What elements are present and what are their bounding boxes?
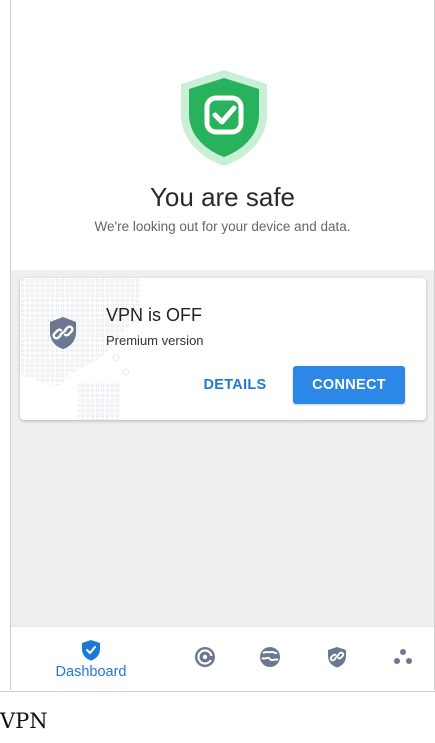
- nav-item-label: Dashboard: [55, 664, 127, 680]
- nav-item-speed[interactable]: [194, 627, 218, 690]
- vpn-card: VPN is OFF Premium version DETAILS CONNE…: [20, 278, 426, 420]
- status-subtitle: We're looking out for your device and da…: [94, 219, 351, 234]
- status-hero: You are safe We're looking out for your …: [11, 0, 434, 270]
- shield-check-icon: [177, 68, 271, 168]
- content-area: VPN is OFF Premium version DETAILS CONNE…: [11, 270, 434, 626]
- divider: [0, 691, 435, 692]
- bottom-nav: Dashboard: [11, 626, 434, 690]
- world-map-decoration: [20, 278, 150, 420]
- details-button[interactable]: DETAILS: [194, 366, 276, 404]
- caption-text: VPN: [0, 709, 48, 733]
- app-frame: You are safe We're looking out for your …: [10, 0, 435, 690]
- vpn-status: VPN is OFF: [106, 305, 203, 325]
- more-dots-icon: [392, 646, 414, 673]
- nav-item-more[interactable]: [392, 627, 416, 690]
- nav-item-dashboard[interactable]: Dashboard: [41, 627, 141, 690]
- shield-check-icon: [81, 639, 101, 666]
- speedometer-icon: [194, 646, 216, 673]
- nav-item-vpn[interactable]: [327, 627, 349, 690]
- nav-item-globe[interactable]: [259, 627, 283, 690]
- globe-icon: [259, 646, 281, 673]
- vpn-plan: Premium version: [106, 333, 204, 348]
- vpn-link-shield-icon: [48, 316, 78, 350]
- connect-button[interactable]: CONNECT: [293, 366, 405, 404]
- page-title: You are safe: [149, 182, 296, 212]
- vpn-shield-icon: [327, 646, 347, 673]
